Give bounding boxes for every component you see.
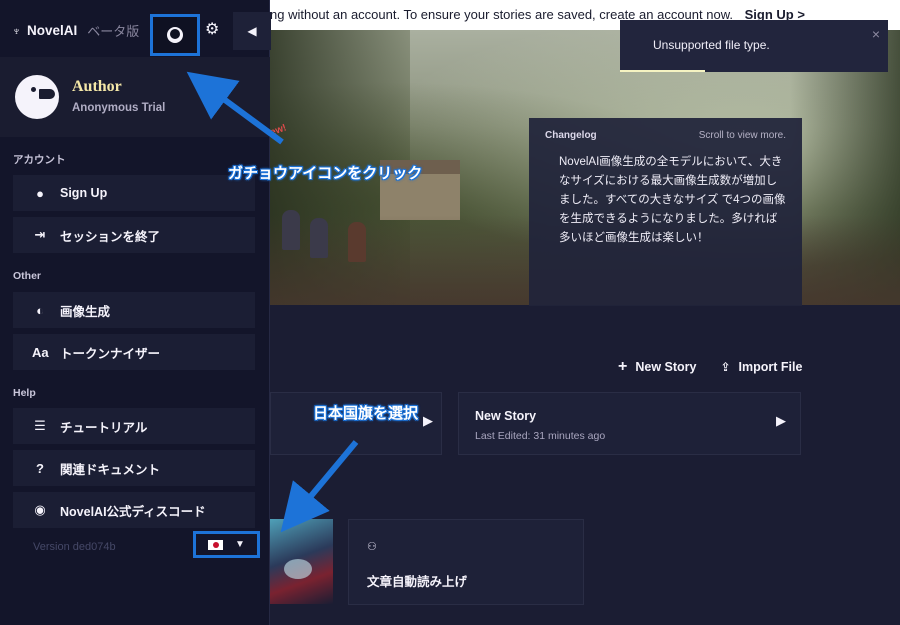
changelog-header: Changelog Scroll to view more.	[545, 130, 786, 141]
story-card[interactable]: New Story Last Edited: 31 minutes ago ▶	[458, 392, 801, 455]
chevron-right-icon: ▶	[423, 413, 433, 428]
goose-icon	[167, 27, 183, 43]
list-icon: ☰	[34, 418, 46, 433]
story-actions: + New Story ⇪ Import File	[618, 358, 802, 376]
end-session-button[interactable]: ⇥ セッションを終了	[13, 217, 255, 253]
changelog-title: Changelog	[545, 130, 597, 141]
profile-subtitle: Anonymous Trial	[72, 102, 166, 114]
section-label-help: Help	[13, 387, 36, 399]
discord-icon: ◉	[34, 502, 46, 517]
palette-icon: ◐	[36, 302, 44, 318]
discord-label: NovelAI公式ディスコード	[60, 504, 206, 519]
changelog-body: NovelAI画像生成の全モデルにおいて、大きなサイズにおける最大画像生成数が増…	[559, 156, 786, 244]
docs-button[interactable]: ? 関連ドキュメント	[13, 450, 255, 486]
sidebar: ♆ NovelAI ベータ版 ⚙ ◀ Author Anonymous Tria…	[0, 0, 271, 625]
error-toast: Unsupported file type. ×	[620, 20, 888, 72]
avatar	[15, 75, 59, 119]
main-area: ng without an account. To ensure your st…	[270, 0, 900, 625]
chevron-down-icon: ▼	[235, 539, 245, 550]
speech-icon: ⚇	[367, 541, 377, 553]
toast-text: Unsupported file type.	[653, 38, 770, 52]
profile-card: Author Anonymous Trial	[0, 57, 270, 137]
docs-label: 関連ドキュメント	[60, 462, 161, 477]
chevron-left-icon: ◀	[247, 24, 257, 38]
user-icon: ●	[36, 185, 44, 201]
tts-card[interactable]: ⚇ 文章自動読み上げ	[348, 519, 584, 605]
story-last-edited: Last Edited: 31 minutes ago	[475, 430, 606, 442]
import-icon: ⇪	[720, 360, 731, 374]
flag-hint-annotation: 日本国旗を選択	[313, 405, 419, 422]
hero-figure	[310, 218, 328, 258]
chevron-right-icon: ▶	[776, 413, 786, 428]
profile-name: Author	[72, 78, 122, 95]
avatar-eye	[31, 87, 36, 92]
app-logo: ♆ NovelAI ベータ版	[12, 21, 139, 40]
goose-button[interactable]	[150, 14, 200, 56]
app-root: ng without an account. To ensure your st…	[0, 0, 900, 625]
changelog-panel[interactable]: Changelog Scroll to view more. NovelAI画像…	[529, 118, 802, 306]
sidebar-header: ♆ NovelAI ベータ版 ⚙ ◀	[0, 0, 271, 57]
import-file-label: Import File	[738, 360, 803, 374]
hero-figure	[348, 222, 366, 262]
version-label: Version ded074b	[33, 541, 116, 553]
language-select[interactable]: ▼	[193, 531, 260, 558]
changelog-scroll-hint: Scroll to view more.	[698, 130, 786, 141]
image-gen-label: 画像生成	[60, 304, 111, 319]
section-label-other: Other	[13, 270, 42, 282]
question-icon: ?	[36, 460, 44, 476]
section-label-account: アカウント	[13, 154, 66, 166]
logout-icon: ⇥	[34, 227, 46, 242]
tokenizer-button[interactable]: Aa トークンナイザー	[13, 334, 255, 370]
sign-up-label: Sign Up	[60, 186, 108, 200]
toast-progress-bar	[620, 70, 705, 72]
avatar-beak	[39, 89, 55, 99]
plus-icon: +	[618, 358, 628, 375]
tutorial-label: チュートリアル	[60, 420, 148, 435]
tts-label: 文章自動読み上げ	[367, 575, 468, 589]
hero-figure	[282, 210, 300, 250]
discord-button[interactable]: ◉ NovelAI公式ディスコード	[13, 492, 255, 528]
app-name: NovelAI	[27, 23, 78, 38]
image-gen-thumbnail[interactable]	[270, 519, 333, 604]
tutorial-button[interactable]: ☰ チュートリアル	[13, 408, 255, 444]
collapse-sidebar-button[interactable]: ◀	[233, 12, 271, 50]
new-story-label: New Story	[635, 360, 697, 374]
image-gen-button[interactable]: ◐ 画像生成	[13, 292, 255, 328]
toast-close-icon[interactable]: ×	[872, 26, 880, 42]
gear-icon[interactable]: ⚙	[205, 19, 219, 39]
story-title: New Story	[475, 409, 537, 423]
goose-hint-annotation: ガチョウアイコンをクリック	[228, 165, 423, 182]
sign-up-button[interactable]: ● Sign Up	[13, 175, 255, 211]
japan-flag-icon	[208, 539, 224, 550]
tokenizer-label: トークンナイザー	[60, 346, 161, 361]
novelai-logo-icon: ♆	[12, 23, 21, 38]
new-story-button[interactable]: + New Story	[618, 358, 696, 376]
beta-label: ベータ版	[87, 24, 140, 39]
text-size-icon: Aa	[32, 344, 49, 360]
thumbnail-highlight	[284, 559, 312, 579]
import-file-button[interactable]: ⇪ Import File	[720, 358, 802, 376]
end-session-label: セッションを終了	[60, 229, 161, 244]
